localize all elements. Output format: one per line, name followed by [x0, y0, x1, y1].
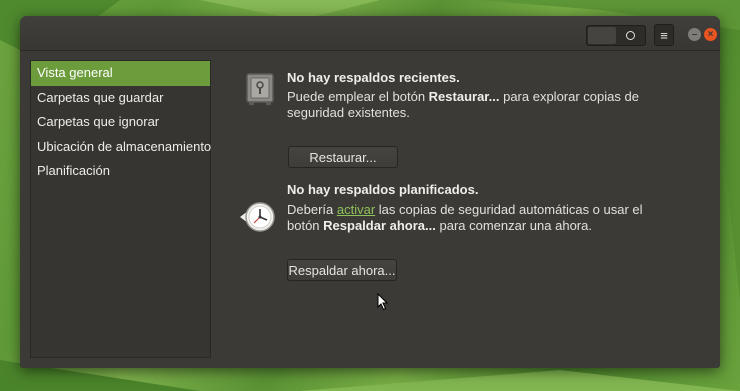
sidebar-item-scheduling[interactable]: Planificación — [31, 159, 210, 184]
switch-off-indicator-icon — [626, 31, 635, 40]
backup-now-button[interactable]: Respaldar ahora... — [287, 259, 397, 281]
minimize-button[interactable]: – — [688, 28, 701, 41]
sidebar-item-folders-to-ignore[interactable]: Carpetas que ignorar — [31, 110, 210, 135]
sidebar: Vista general Carpetas que guardar Carpe… — [30, 60, 211, 358]
safe-icon — [246, 73, 274, 105]
backup-description: Debería activar las copias de seguridad … — [287, 202, 647, 234]
sidebar-item-folders-to-save[interactable]: Carpetas que guardar — [31, 86, 210, 111]
restore-desc-text: Puede emplear el botón — [287, 89, 429, 104]
close-button[interactable]: × — [704, 28, 717, 41]
sidebar-item-storage-location[interactable]: Ubicación de almacenamiento — [31, 135, 211, 160]
restore-description: Puede emplear el botón Restaurar... para… — [287, 89, 677, 121]
app-window: ≡ – × Vista general Carpetas que guardar… — [20, 16, 720, 368]
hamburger-menu-icon: ≡ — [660, 27, 668, 43]
overview-panel: No hay respaldos recientes. Puede emplea… — [224, 60, 720, 368]
switch-knob — [588, 27, 616, 44]
backup-desc-text: Debería — [287, 202, 337, 217]
close-icon: × — [707, 29, 714, 40]
backup-desc-text-3: para comenzar una ahora. — [435, 218, 592, 233]
titlebar: ≡ – × — [20, 16, 720, 51]
activate-link[interactable]: activar — [337, 202, 375, 217]
minimize-icon: – — [691, 29, 698, 40]
toggle-switch[interactable] — [586, 25, 646, 46]
hamburger-menu-button[interactable]: ≡ — [654, 24, 674, 46]
backup-desc-bold: Respaldar ahora... — [323, 218, 436, 233]
restore-button[interactable]: Restaurar... — [288, 146, 398, 168]
restore-title: No hay respaldos recientes. — [287, 70, 460, 85]
backup-title: No hay respaldos planificados. — [287, 182, 479, 197]
clock-icon — [240, 202, 275, 232]
mouse-pointer-icon — [377, 293, 389, 311]
restore-desc-bold: Restaurar... — [428, 89, 500, 104]
sidebar-item-overview[interactable]: Vista general — [31, 61, 210, 86]
